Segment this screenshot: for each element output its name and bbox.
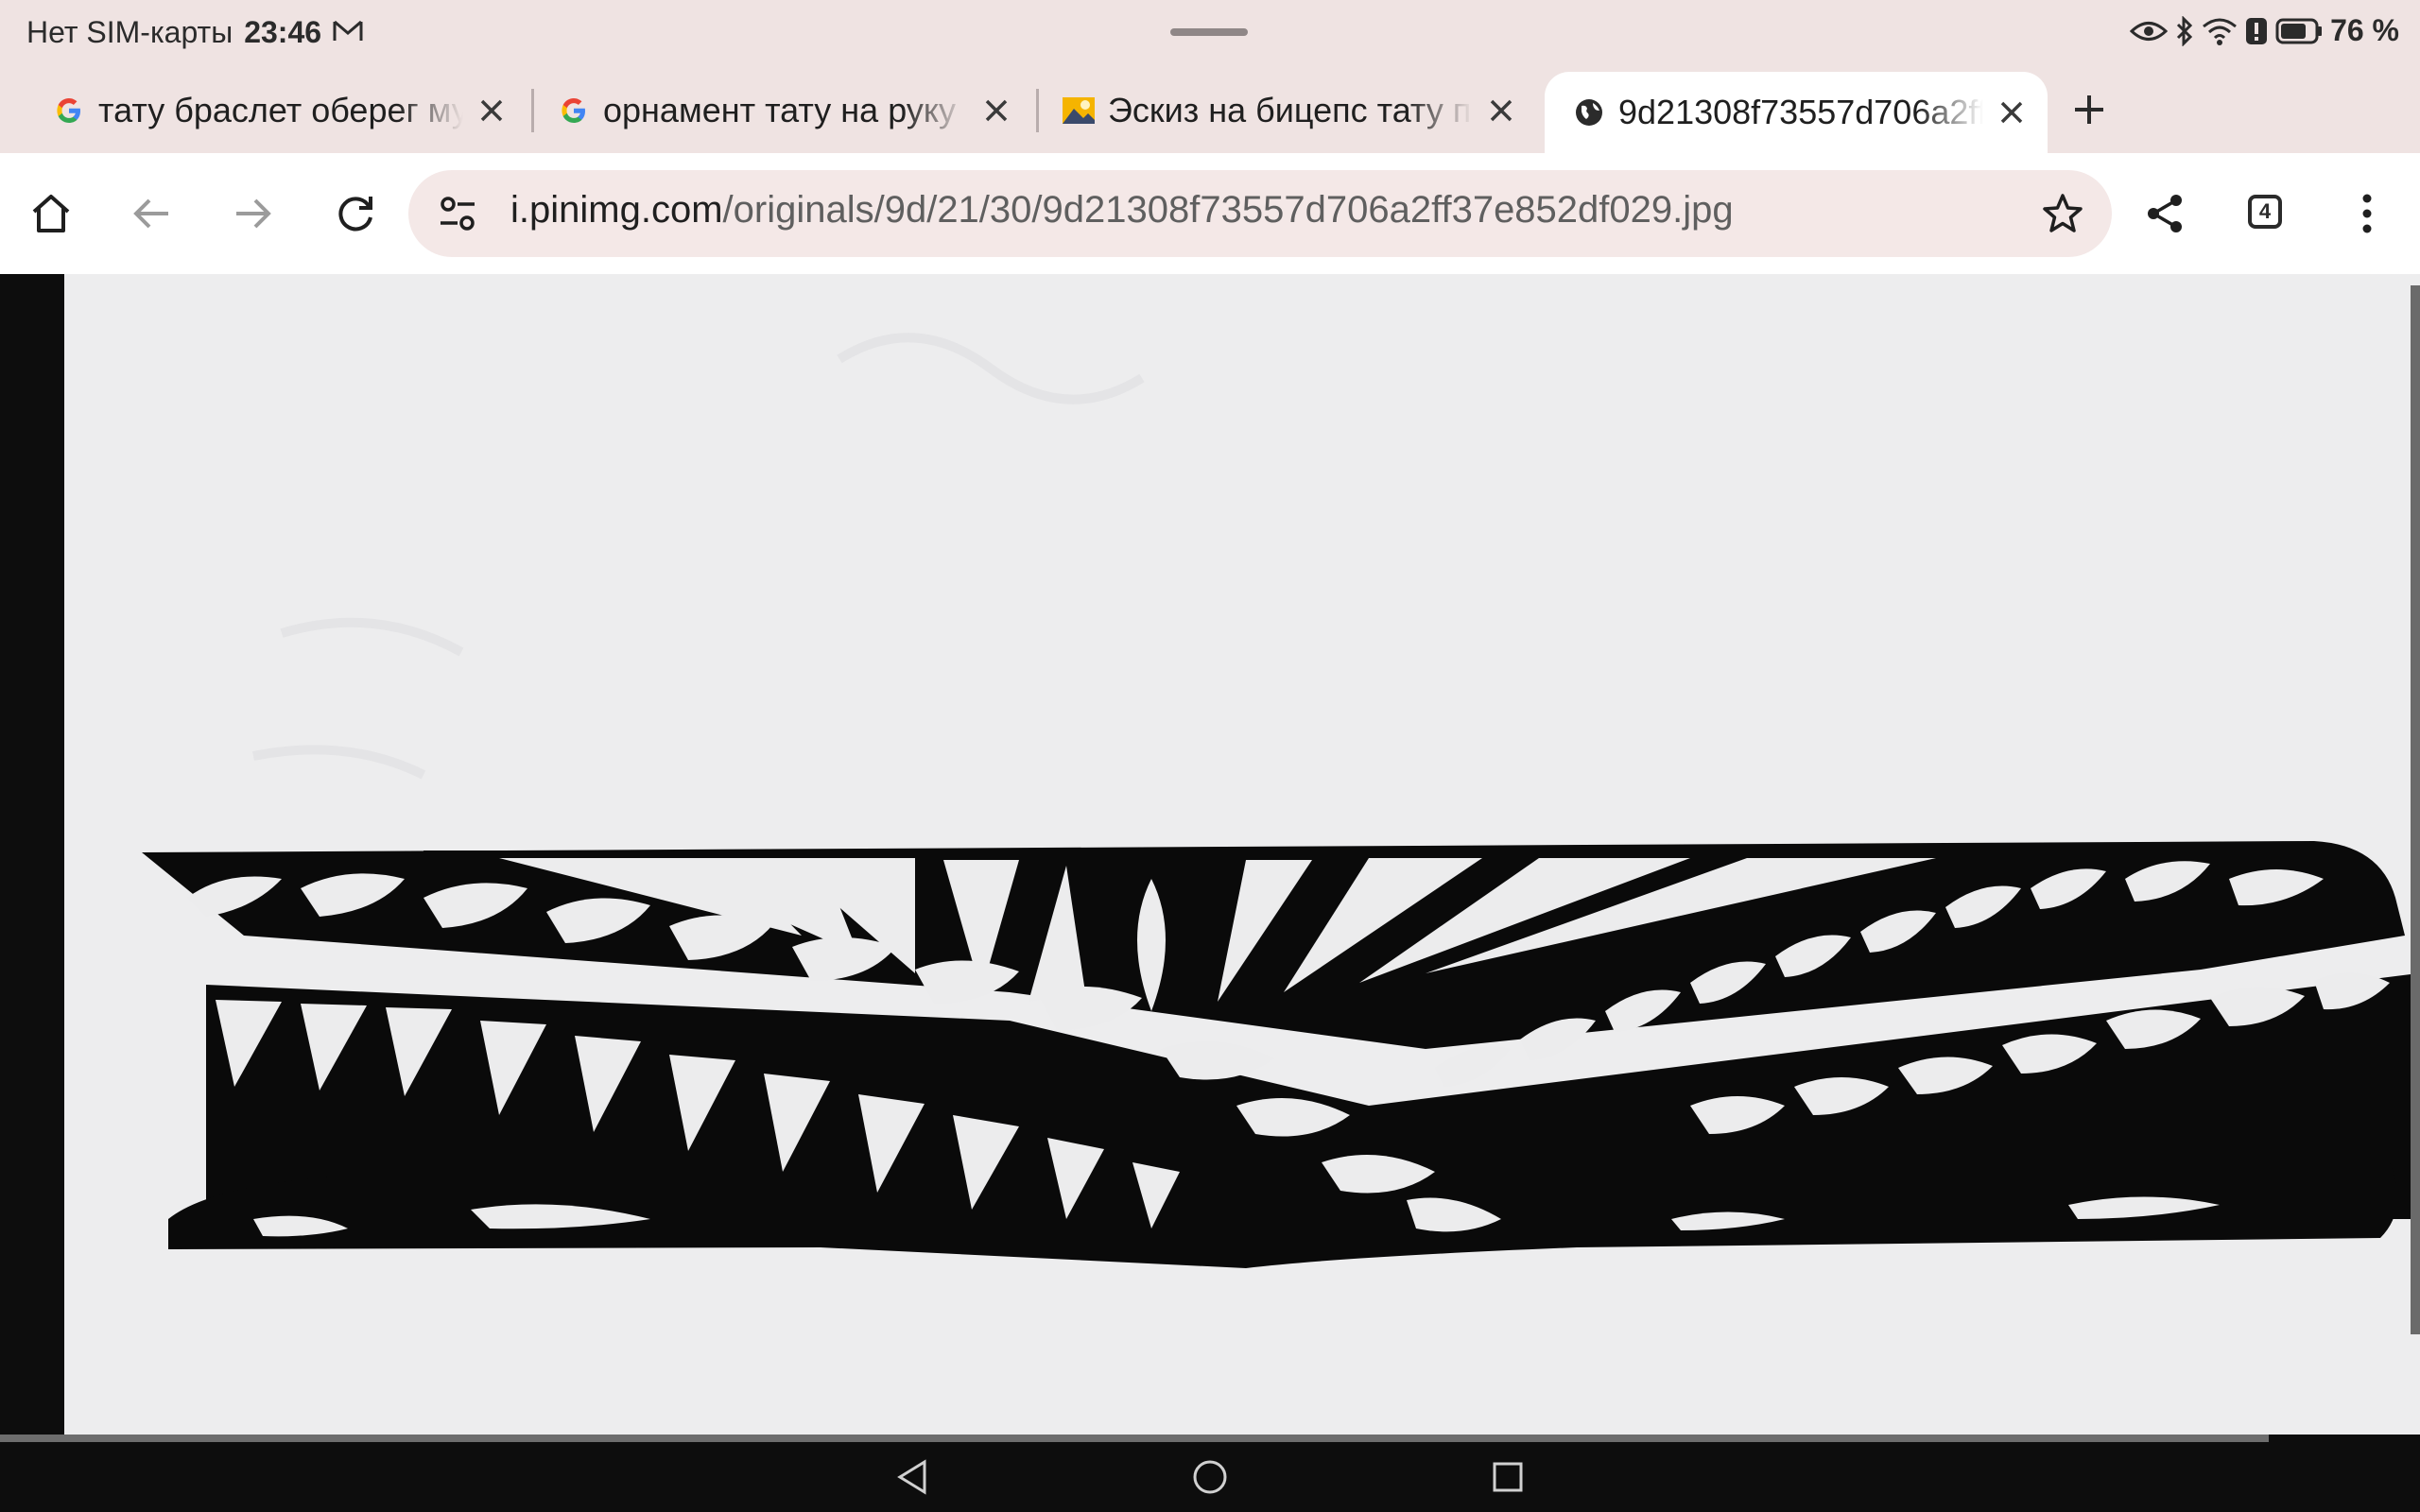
eye-icon — [2130, 17, 2169, 45]
arrow-left-icon — [133, 198, 168, 229]
system-navigation-bar — [0, 1442, 2420, 1512]
clock: 23:46 — [244, 15, 322, 49]
vertical-scrollbar[interactable] — [2411, 285, 2420, 1334]
url-path: /originals/9d/21/30/9d21308f73557d706a2f… — [722, 189, 1734, 231]
url-text[interactable]: i.pinimg.com/originals/9d/21/30/9d21308f… — [510, 189, 1734, 232]
square-recents-icon — [1493, 1462, 1523, 1492]
home-icon — [32, 195, 70, 232]
browser-toolbar: i.pinimg.com/originals/9d/21/30/9d21308f… — [0, 153, 2420, 274]
site-settings-icon[interactable] — [437, 193, 478, 234]
battery-percent: 76 % — [2330, 13, 2399, 47]
circle-home-icon — [1193, 1460, 1227, 1494]
window-drag-handle[interactable] — [1170, 28, 1248, 36]
plus-icon — [2075, 95, 2103, 124]
bluetooth-icon — [2175, 15, 2194, 46]
tab-title: орнамент тату на руку — [603, 91, 956, 129]
tab-title: 9d21308f73557d706a2ff37e852df029.jpg — [1618, 93, 1983, 131]
alert-icon — [2245, 17, 2268, 45]
tab-biceps-sketch[interactable]: Эскиз на бицепс тату полинезия — [1034, 72, 1537, 149]
tab-strip: тату браслет оберег мужской орнамент тат… — [0, 68, 2420, 153]
forward-button[interactable] — [221, 181, 285, 246]
page-content — [0, 274, 2420, 1442]
nav-back-button[interactable] — [889, 1453, 936, 1501]
tab-title: тату браслет оберег мужской — [98, 91, 463, 129]
globe-icon — [1573, 96, 1605, 129]
more-vert-icon — [2362, 194, 2372, 233]
menu-button[interactable] — [2335, 181, 2399, 246]
close-icon[interactable] — [977, 92, 1015, 129]
tab-title: Эскиз на бицепс тату полинезия — [1108, 91, 1473, 129]
status-right: 76 % — [2130, 13, 2399, 48]
back-button[interactable] — [119, 181, 183, 246]
address-bar[interactable]: i.pinimg.com/originals/9d/21/30/9d21308f… — [408, 170, 2112, 257]
gmail-notification-icon — [333, 15, 363, 50]
triangle-back-icon — [897, 1459, 926, 1495]
url-host: i.pinimg.com — [510, 189, 723, 231]
horizontal-scrollbar[interactable] — [0, 1435, 2269, 1442]
nav-home-button[interactable] — [1186, 1453, 1234, 1501]
bookmark-star-icon[interactable] — [2040, 191, 2085, 236]
carrier-label: Нет SIM-карты — [26, 15, 233, 49]
nav-recents-button[interactable] — [1484, 1453, 1531, 1501]
band-top-stripe — [424, 850, 2087, 858]
reload-icon — [338, 197, 372, 232]
tab-switcher-button[interactable]: 4 — [2248, 195, 2282, 229]
tab-ornament-tattoo[interactable]: орнамент тату на руку — [529, 72, 1032, 149]
close-icon[interactable] — [1482, 92, 1520, 129]
status-bar: Нет SIM-карты 23:46 76 % — [0, 0, 2420, 68]
image-icon — [1063, 94, 1095, 127]
tattoo-artwork — [142, 333, 2418, 1268]
tab-image-file[interactable]: 9d21308f73557d706a2ff37e852df029.jpg — [1545, 72, 2048, 153]
polynesian-tattoo-band-image[interactable] — [64, 274, 2420, 1435]
close-icon[interactable] — [473, 92, 510, 129]
wifi-icon — [2202, 17, 2238, 45]
google-icon — [53, 94, 85, 127]
home-button[interactable] — [19, 181, 83, 246]
share-button[interactable] — [2133, 181, 2197, 246]
share-icon — [2148, 195, 2182, 232]
status-left: Нет SIM-карты 23:46 — [26, 15, 363, 50]
reload-button[interactable] — [323, 181, 388, 246]
tab-tattoo-bracelet[interactable]: тату браслет оберег мужской — [25, 72, 527, 149]
new-tab-button[interactable] — [2061, 81, 2118, 138]
google-icon — [558, 94, 590, 127]
arrow-right-icon — [236, 198, 271, 229]
battery-icon — [2275, 18, 2323, 44]
close-icon[interactable] — [1993, 94, 2031, 131]
